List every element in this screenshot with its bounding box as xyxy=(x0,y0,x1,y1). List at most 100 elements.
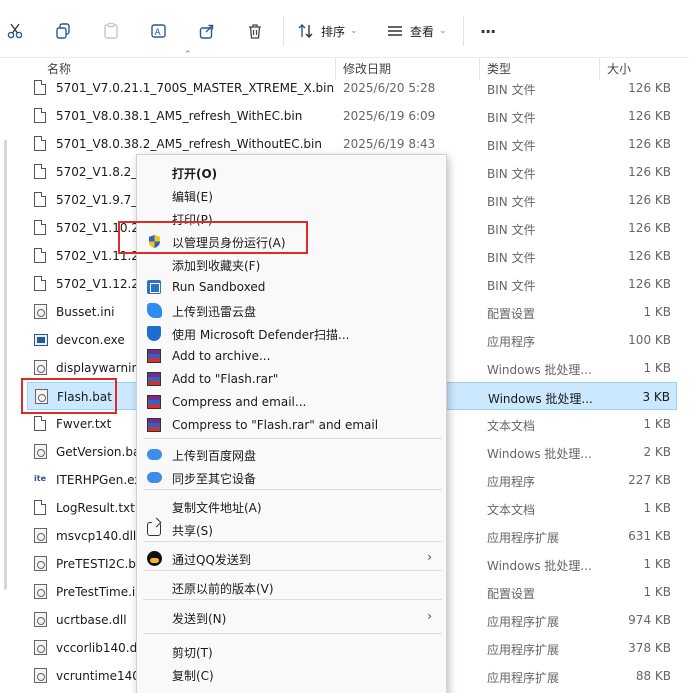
file-date: 2025/6/20 5:28 xyxy=(343,81,436,95)
file-name: 5701_V7.0.21.1_700S_MASTER_XTREME_X.bin xyxy=(56,81,335,95)
qq-icon xyxy=(147,551,162,566)
context-menu-item[interactable]: 还原以前的版本(V) xyxy=(137,576,446,599)
context-menu-item[interactable]: 打开(O) xyxy=(137,161,446,184)
defender-shield-icon xyxy=(147,326,162,341)
view-button[interactable]: 查看 ⌄ xyxy=(386,18,447,44)
context-menu-item[interactable]: 使用 Microsoft Defender扫描... xyxy=(137,322,446,345)
context-menu-item[interactable]: Run Sandboxed xyxy=(137,276,446,299)
context-menu-item[interactable]: 发送到(N) › xyxy=(137,606,446,629)
file-icon xyxy=(34,164,48,180)
file-type: 配置设置 xyxy=(487,307,536,321)
file-size: 227 KB xyxy=(628,473,671,487)
menu-item-label: 添加到收藏夹(F) xyxy=(172,259,261,273)
context-menu-item[interactable]: 通过QQ发送到 › xyxy=(137,547,446,570)
file-size: 1 KB xyxy=(643,557,671,571)
context-menu-item[interactable]: 添加到收藏夹(F) xyxy=(137,253,446,276)
context-menu-item[interactable]: 上传到迅雷云盘 xyxy=(137,299,446,322)
file-type: BIN 文件 xyxy=(487,83,536,97)
menu-item-label: 编辑(E) xyxy=(172,190,213,204)
menu-separator xyxy=(143,570,442,571)
file-type: 应用程序扩展 xyxy=(487,531,560,545)
table-row[interactable]: 5701_V8.0.38.1_AM5_refresh_WithEC.bin 202… xyxy=(27,102,677,130)
context-menu-item[interactable]: Compress to "Flash.rar" and email xyxy=(137,414,446,437)
winrar-icon xyxy=(147,418,162,433)
file-size: 126 KB xyxy=(628,109,671,123)
file-name: Fwver.txt xyxy=(56,417,112,431)
dll-file-icon xyxy=(34,640,48,656)
file-name: devcon.exe xyxy=(56,333,125,347)
file-name: Busset.ini xyxy=(56,305,115,319)
file-size: 88 KB xyxy=(635,669,671,683)
file-icon xyxy=(34,108,48,124)
file-size: 1 KB xyxy=(643,305,671,319)
context-menu-item[interactable]: 同步至其它设备 xyxy=(137,466,446,489)
context-menu-item[interactable]: Compress and email... xyxy=(137,391,446,414)
batch-file-icon xyxy=(34,360,48,376)
rename-icon: A xyxy=(151,24,166,38)
copy-button[interactable] xyxy=(54,18,72,44)
context-menu-item[interactable]: 打印(P) xyxy=(137,207,446,230)
file-size: 378 KB xyxy=(628,641,671,655)
file-name: vccorlib140.dl xyxy=(56,641,141,655)
context-menu-item[interactable]: 编辑(E) xyxy=(137,184,446,207)
more-options-button[interactable]: ··· xyxy=(480,18,496,44)
menu-item-label: 共享(S) xyxy=(172,524,213,538)
paste-button[interactable] xyxy=(102,18,120,44)
context-menu-item[interactable]: Add to archive... xyxy=(137,345,446,368)
file-type: 应用程序扩展 xyxy=(487,643,560,657)
file-name: msvcp140.dll xyxy=(56,529,137,543)
chevron-right-icon: › xyxy=(427,550,432,564)
menu-item-label: 以管理员身份运行(A) xyxy=(172,236,286,250)
file-type: 应用程序扩展 xyxy=(487,615,560,629)
sort-arrows-icon xyxy=(298,24,313,38)
baidu-cloud-icon xyxy=(147,447,162,462)
delete-button[interactable] xyxy=(246,18,264,44)
dll-file-icon xyxy=(34,668,48,684)
menu-item-label: 使用 Microsoft Defender扫描... xyxy=(172,328,350,342)
menu-item-label: 打印(P) xyxy=(172,213,213,227)
toolbar-divider xyxy=(463,16,464,46)
file-name: PreTestTime.ir xyxy=(56,585,141,599)
file-type: BIN 文件 xyxy=(487,195,536,209)
vertical-scrollbar[interactable] xyxy=(4,140,7,590)
context-menu-item[interactable]: 复制(C) xyxy=(137,663,446,686)
view-list-icon xyxy=(388,26,402,36)
file-name: PreTESTI2C.ba xyxy=(56,557,144,571)
dll-file-icon xyxy=(34,528,48,544)
context-menu-item[interactable]: 以管理员身份运行(A) xyxy=(137,230,446,253)
sandbox-icon xyxy=(147,280,162,295)
xunlei-icon xyxy=(147,303,162,318)
menu-item-label: 发送到(N) xyxy=(172,612,227,626)
file-type: BIN 文件 xyxy=(487,223,536,237)
menu-separator xyxy=(143,599,442,600)
share-button[interactable] xyxy=(198,18,216,44)
menu-separator xyxy=(143,438,442,439)
file-type: 应用程序 xyxy=(487,475,536,489)
cut-button[interactable] xyxy=(6,18,24,44)
file-type: Windows 批处理... xyxy=(487,447,592,461)
table-row[interactable]: 5701_V7.0.21.1_700S_MASTER_XTREME_X.bin 2… xyxy=(27,74,677,102)
context-menu-item[interactable]: 剪切(T) xyxy=(137,640,446,663)
file-type: 配置设置 xyxy=(487,587,536,601)
batch-file-icon xyxy=(34,556,48,572)
file-type: 应用程序扩展 xyxy=(487,671,560,685)
context-menu-item[interactable]: 上传到百度网盘 xyxy=(137,443,446,466)
file-size: 3 KB xyxy=(642,390,670,404)
context-menu-item[interactable]: 共享(S) xyxy=(137,518,446,541)
sort-button[interactable]: 排序 ⌄ xyxy=(297,18,358,44)
context-menu-item[interactable]: Add to "Flash.rar" xyxy=(137,368,446,391)
ite-exe-icon: ite xyxy=(34,474,46,483)
more-dots-icon: ··· xyxy=(480,21,496,41)
file-name: 5702_V1.10.2_ xyxy=(56,221,145,235)
menu-separator xyxy=(143,541,442,542)
rename-button[interactable]: A xyxy=(150,18,168,44)
file-size: 1 KB xyxy=(643,501,671,515)
menu-item-label: 上传到迅雷云盘 xyxy=(172,305,257,319)
file-type: BIN 文件 xyxy=(487,251,536,265)
file-name: Flash.bat xyxy=(57,390,112,404)
file-size: 126 KB xyxy=(628,193,671,207)
settings-file-icon xyxy=(34,584,48,600)
command-bar: A 排序 ⌄ 查看 ⌄ ··· xyxy=(0,0,689,58)
menu-item-label: Add to "Flash.rar" xyxy=(172,372,279,386)
context-menu-item[interactable]: 复制文件地址(A) xyxy=(137,495,446,518)
